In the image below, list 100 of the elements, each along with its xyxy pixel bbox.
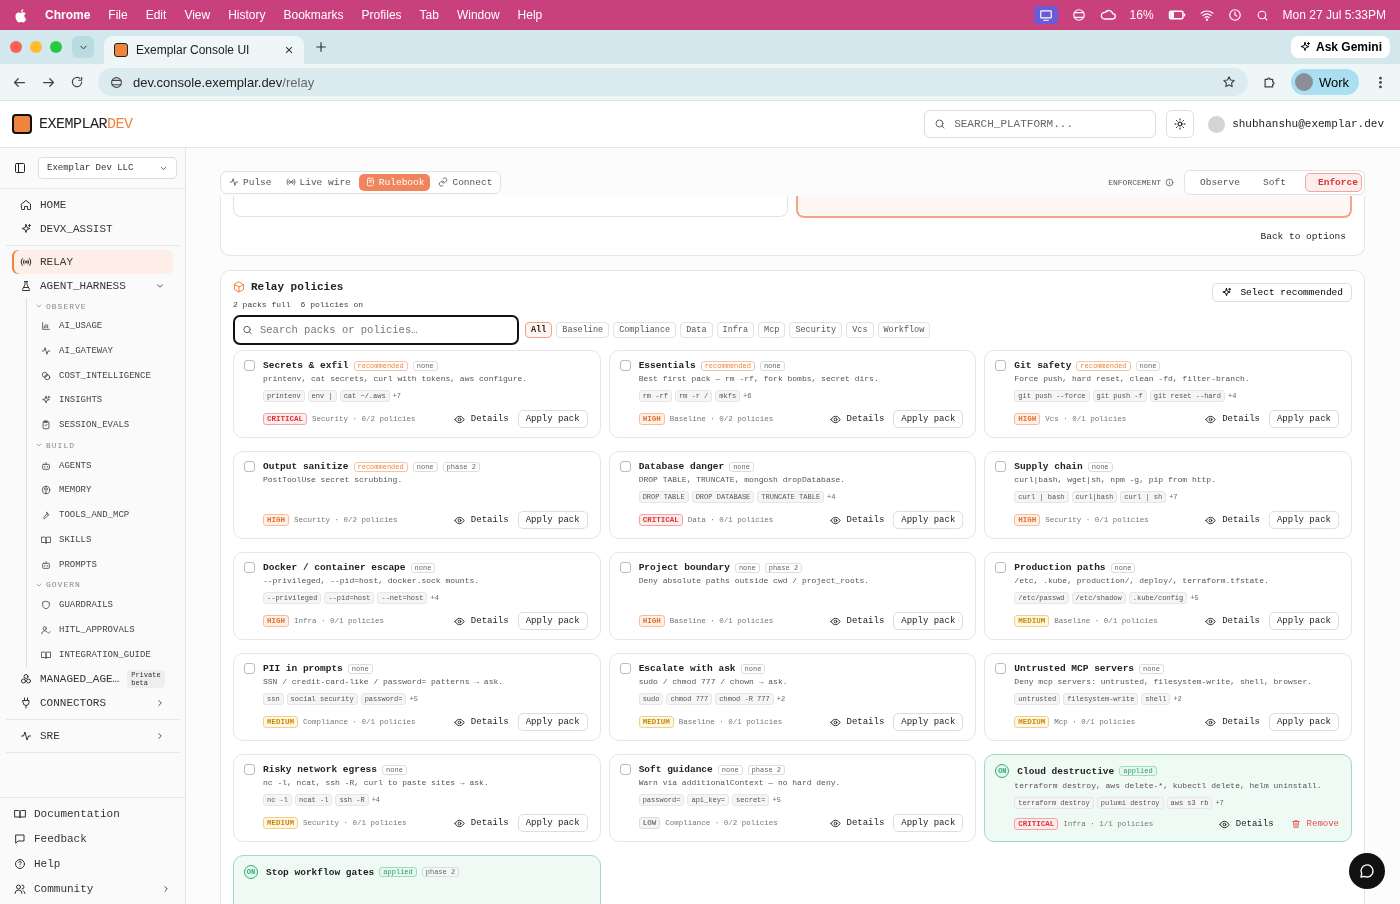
window-zoom-button[interactable] <box>50 41 62 53</box>
filter-chip[interactable]: Vcs <box>846 322 874 338</box>
group-label[interactable]: BUILD <box>35 437 173 454</box>
sidebar-link[interactable]: Documentation <box>6 801 179 827</box>
sidebar-item[interactable]: AI_GATEWAY <box>35 338 173 364</box>
profile-button[interactable]: Work <box>1290 69 1359 95</box>
search-field[interactable]: Search packs or policies… <box>233 315 519 345</box>
sidebar-item[interactable]: HITL_APPROVALS <box>35 617 173 643</box>
apply-pack-button[interactable]: Apply pack <box>517 511 588 529</box>
filter-chip[interactable]: Baseline <box>556 322 610 338</box>
sidebar-item[interactable]: GUARDRAILS <box>35 592 173 618</box>
user-email[interactable]: shubhanshu@exemplar.dev <box>1232 118 1384 130</box>
sidebar-item[interactable]: RELAY <box>12 250 173 274</box>
details-button[interactable]: Details <box>1201 512 1264 528</box>
details-button[interactable]: Details <box>1201 613 1264 629</box>
sidebar-item[interactable]: SRE <box>12 723 173 748</box>
remove-button[interactable]: Remove <box>1282 816 1339 832</box>
details-button[interactable]: Details <box>825 411 889 427</box>
close-icon[interactable] <box>284 45 294 55</box>
tab-list-button[interactable] <box>72 36 94 58</box>
mode-option[interactable]: Observe <box>1187 172 1244 192</box>
apply-pack-button[interactable]: Apply pack <box>517 612 588 630</box>
checkbox[interactable] <box>995 461 1007 472</box>
details-button[interactable]: Details <box>449 613 513 629</box>
apply-pack-button[interactable]: Apply pack <box>893 713 964 731</box>
checkbox[interactable] <box>244 360 255 371</box>
ask-gemini-button[interactable]: Ask Gemini <box>1290 36 1390 58</box>
avatar-circle[interactable] <box>1208 115 1226 133</box>
checkbox[interactable] <box>995 663 1007 674</box>
group-label[interactable]: GOVERN <box>35 576 173 593</box>
sidebar-item[interactable]: CONNECTORS <box>12 690 173 715</box>
apply-pack-button[interactable]: Apply pack <box>1268 713 1339 731</box>
checkbox[interactable] <box>619 461 631 472</box>
chat-button[interactable] <box>1349 853 1385 889</box>
menu-item[interactable]: Tab <box>419 8 439 22</box>
address-bar[interactable]: dev.console.exemplar.dev/relay <box>98 68 1248 96</box>
details-button[interactable]: Details <box>825 815 889 831</box>
sidebar-item[interactable]: TOOLS_AND_MCP <box>35 502 173 528</box>
apply-pack-button[interactable]: Apply pack <box>893 511 964 529</box>
filter-chip[interactable]: Mcp <box>758 322 786 338</box>
details-button[interactable]: Details <box>449 714 513 730</box>
apply-pack-button[interactable]: Apply pack <box>1268 612 1339 630</box>
sidebar-item[interactable]: AGENTS <box>35 453 173 479</box>
menu-item[interactable]: Profiles <box>361 8 402 22</box>
details-button[interactable]: Details <box>825 613 889 629</box>
sidebar-link[interactable]: Feedback <box>6 826 179 852</box>
sidebar-item[interactable]: INTEGRATION_GUIDE <box>35 642 173 667</box>
sidebar-item[interactable]: AGENT_HARNESS <box>12 274 173 298</box>
sidebar-item[interactable]: INSIGHTS <box>35 388 173 413</box>
select-recommended-button[interactable]: Select recommended <box>1212 283 1352 302</box>
menu-item[interactable]: Help <box>517 8 543 22</box>
details-button[interactable]: Details <box>449 815 513 831</box>
checkbox[interactable] <box>995 562 1007 573</box>
option-card[interactable] <box>795 196 1352 218</box>
apply-pack-button[interactable]: Apply pack <box>893 814 964 832</box>
back-to-options-button[interactable]: Back to options <box>1254 230 1352 243</box>
sidebar-link[interactable]: Help <box>6 851 179 877</box>
view-tab[interactable]: Pulse <box>223 173 278 191</box>
view-tab[interactable]: Live wire <box>279 173 357 191</box>
apply-pack-button[interactable]: Apply pack <box>517 410 588 428</box>
screen-share-icon[interactable] <box>1033 6 1058 24</box>
apple-logo-icon[interactable] <box>14 7 27 23</box>
details-button[interactable]: Details <box>1201 714 1264 730</box>
sidebar-item[interactable]: COST_INTELLIGENCE <box>35 363 173 389</box>
filter-chip[interactable]: Security <box>789 322 843 338</box>
checkbox[interactable] <box>619 562 631 573</box>
details-button[interactable]: Details <box>825 714 889 730</box>
sidebar-item[interactable]: SESSION_EVALS <box>35 412 173 438</box>
group-label[interactable]: OBSERVE <box>35 298 173 314</box>
filter-chip[interactable]: Compliance <box>613 322 677 338</box>
filter-chip[interactable]: Infra <box>716 322 755 338</box>
checkbox[interactable] <box>995 360 1007 371</box>
menu-item[interactable]: Bookmarks <box>283 8 344 22</box>
brand-logo[interactable]: EXEMPLARDEV <box>39 115 133 133</box>
sidebar-item[interactable]: AI_USAGE <box>35 314 173 339</box>
checkbox[interactable] <box>244 764 255 775</box>
sidebar-item[interactable]: HOME <box>12 193 173 217</box>
sidebar-link[interactable]: Community <box>6 876 179 901</box>
menu-item[interactable]: History <box>228 8 266 22</box>
details-button[interactable]: Details <box>1214 816 1278 832</box>
checkbox[interactable] <box>244 461 255 472</box>
apply-pack-button[interactable]: Apply pack <box>517 814 588 832</box>
browser-tab[interactable]: Exemplar Console UI <box>104 36 304 64</box>
new-tab-icon[interactable] <box>314 40 328 54</box>
apply-pack-button[interactable]: Apply pack <box>1268 511 1339 529</box>
apply-pack-button[interactable]: Apply pack <box>1268 410 1339 428</box>
sidebar-item[interactable]: SKILLS <box>35 527 173 553</box>
apply-pack-button[interactable]: Apply pack <box>893 612 964 630</box>
details-button[interactable]: Details <box>449 411 513 427</box>
org-select[interactable]: Exemplar Dev LLC <box>38 157 177 179</box>
app-menu[interactable]: Chrome <box>45 8 91 22</box>
menu-item[interactable]: Edit <box>145 8 167 22</box>
sidebar-item[interactable]: DEVX_ASSIST <box>12 217 173 241</box>
menu-item[interactable]: View <box>184 8 211 22</box>
apply-pack-button[interactable]: Apply pack <box>517 713 588 731</box>
filter-chip[interactable]: All <box>525 322 553 338</box>
apply-pack-button[interactable]: Apply pack <box>893 410 964 428</box>
theme-toggle-button[interactable] <box>1166 110 1195 138</box>
checkbox[interactable] <box>244 663 255 674</box>
sidebar-item[interactable]: PROMPTS <box>35 552 173 577</box>
